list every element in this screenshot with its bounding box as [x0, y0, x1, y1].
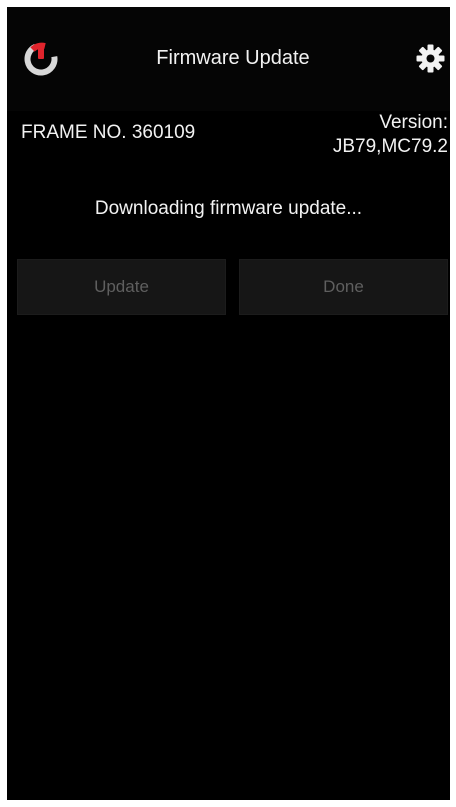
download-status-message: Downloading firmware update... [94, 198, 363, 219]
update-button[interactable]: Update [17, 259, 226, 315]
top-bar: Firmware Update [7, 7, 450, 111]
page-title: Firmware Update [156, 47, 310, 69]
gear-icon-graphic [416, 44, 445, 73]
version-label: Version: [379, 112, 448, 133]
power-icon[interactable] [24, 42, 58, 76]
gear-icon[interactable] [416, 44, 445, 73]
version-info: Version: JB79,MC79.2 [333, 111, 448, 159]
app-screen: Firmware Update FRAME NO. 360109 Version… [7, 7, 450, 800]
version-value: JB79,MC79.2 [332, 136, 448, 157]
power-icon-graphic [24, 42, 58, 76]
frame-number: FRAME NO. 360109 [21, 122, 196, 143]
done-button[interactable]: Done [239, 259, 448, 315]
